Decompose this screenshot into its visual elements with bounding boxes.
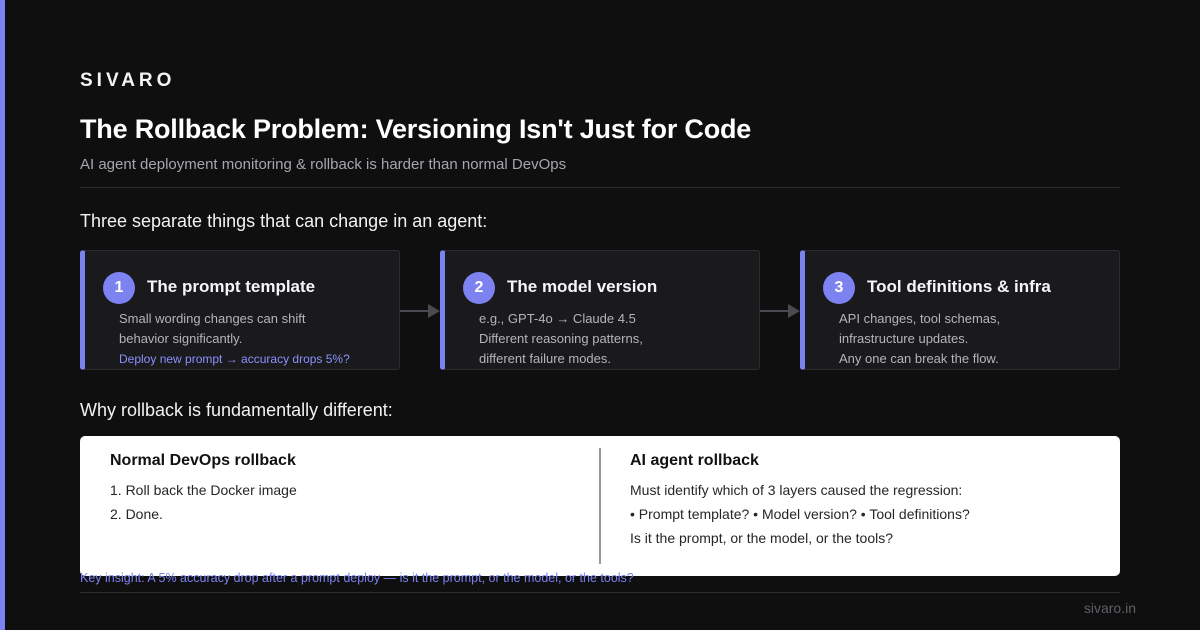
card-model-version: 2 The model version e.g., GPT-4o → Claud…: [440, 250, 760, 370]
card-number-badge: 1: [103, 272, 135, 304]
ai-rollback-line: Must identify which of 3 layers caused t…: [630, 482, 963, 498]
card-description: infrastructure updates.: [839, 331, 969, 346]
card-description: API changes, tool schemas,: [839, 311, 1001, 326]
card-number-badge: 3: [823, 272, 855, 304]
footer-divider: [80, 592, 1120, 593]
card-description: Any one can break the flow.: [839, 351, 999, 366]
card-description: different failure modes.: [479, 351, 611, 366]
normal-rollback-title: Normal DevOps rollback: [110, 452, 296, 469]
ai-rollback-title: AI agent rollback: [630, 452, 759, 469]
card-example-link: Deploy new prompt → accuracy drops 5%?: [119, 352, 350, 366]
card-number-badge: 2: [463, 272, 495, 304]
card-description: e.g., GPT-4o → Claude 4.5: [479, 311, 636, 326]
normal-rollback-step: 1. Roll back the Docker image: [110, 482, 297, 498]
brand-logo: SIVARO: [80, 70, 176, 91]
arrow-right-icon: [760, 304, 800, 318]
arrow-right-icon: [400, 304, 440, 318]
section-heading-rollback: Why rollback is fundamentally different:: [80, 400, 393, 420]
page-subtitle: AI agent deployment monitoring & rollbac…: [80, 156, 567, 173]
card-title: Tool definitions & infra: [867, 277, 1051, 296]
card-description: Small wording changes can shift: [119, 311, 306, 326]
left-accent-bar: [0, 0, 5, 630]
card-description: Different reasoning patterns,: [479, 331, 643, 346]
normal-rollback-step: 2. Done.: [110, 506, 163, 522]
key-insight: Key insight: A 5% accuracy drop after a …: [80, 571, 634, 585]
footer-url: sivaro.in: [1083, 600, 1136, 616]
ai-rollback-line: Is it the prompt, or the model, or the t…: [630, 530, 894, 546]
comparison-panel: Normal DevOps rollback 1. Roll back the …: [80, 436, 1120, 576]
ai-rollback-line: • Prompt template? • Model version? • To…: [630, 506, 970, 522]
card-title: The prompt template: [147, 277, 316, 296]
header-divider: [80, 187, 1120, 188]
column-divider: [599, 448, 601, 564]
card-prompt-template: 1 The prompt template Small wording chan…: [80, 250, 400, 370]
page-title: The Rollback Problem: Versioning Isn't J…: [80, 114, 752, 144]
card-title: The model version: [507, 277, 658, 296]
card-tool-definitions: 3 Tool definitions & infra API changes, …: [800, 250, 1120, 370]
card-description: behavior significantly.: [119, 331, 243, 346]
section-heading-changes: Three separate things that can change in…: [80, 211, 488, 231]
